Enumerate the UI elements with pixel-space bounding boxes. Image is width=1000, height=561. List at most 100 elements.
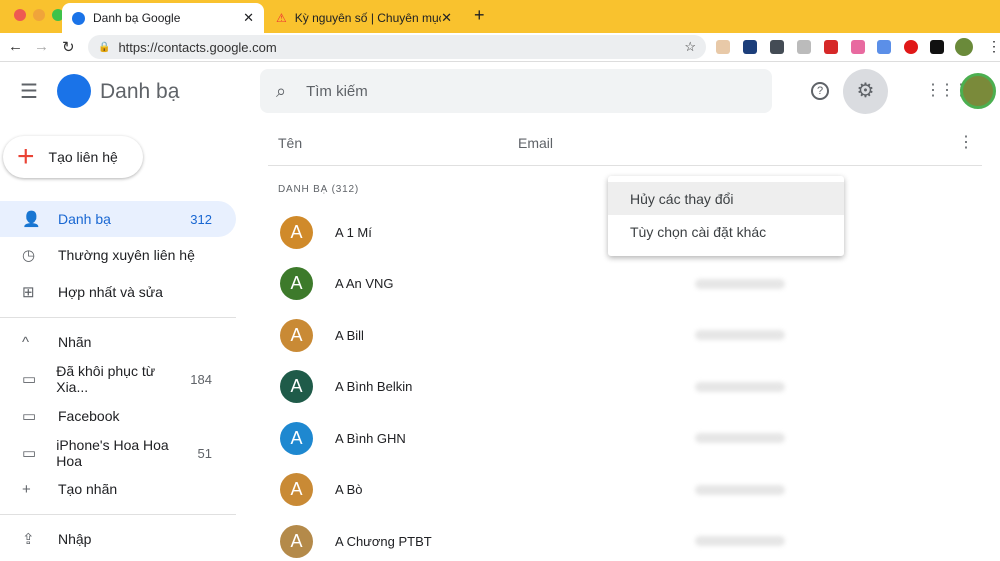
extension-icon[interactable] [743,40,757,54]
contact-row[interactable]: A A Chương PTBT [270,521,970,561]
chevron-up-icon: ^ [22,333,30,351]
chrome-menu-icon[interactable]: ⋮ [987,38,1000,55]
create-label-text: Tạo nhãn [58,481,118,497]
puzzle-icon[interactable] [930,40,944,54]
account-avatar[interactable] [960,73,996,109]
contact-name: A Bill [335,327,364,343]
url-input[interactable]: 🔒 https://contacts.google.com ☆ [88,35,706,59]
sidebar-label-item[interactable]: ▭ Đã khôi phục từ Xia... 184 [0,361,236,397]
contact-name: A Bò [335,482,363,497]
create-contact-label: Tạo liên hệ [48,149,118,165]
extension-icon[interactable] [797,40,811,54]
profile-avatar[interactable] [955,38,973,56]
help-icon[interactable]: ? [811,82,829,100]
new-tab-button[interactable]: + [474,5,485,26]
sidebar-item-count: 312 [190,211,212,227]
sidebar-item-label: Danh bạ [58,211,111,227]
plus-icon: + [22,480,31,498]
contact-row[interactable]: A A Bình Belkin [270,367,970,407]
labels-toggle[interactable]: ^ Nhãn [0,324,236,360]
label-icon: ▭ [22,371,37,388]
contact-email-blurred [695,484,785,495]
sidebar-item-frequent[interactable]: ◷ Thường xuyên liên hệ [0,237,236,273]
section-header: DANH BẠ (312) [278,184,359,195]
translate-extension-icon[interactable] [877,40,891,54]
divider [0,514,236,515]
tab-title: Danh bạ Google [93,11,181,25]
contact-row[interactable]: A A An VNG [270,264,970,304]
menu-item-label: Hủy các thay đổi [630,190,734,207]
star-icon[interactable]: ☆ [684,39,696,55]
warning-favicon-icon: ⚠ [276,11,287,25]
contact-avatar: A [280,473,313,506]
extension-icon[interactable] [824,40,838,54]
contact-avatar: A [280,318,313,352]
menu-item-more-settings[interactable]: Tùy chọn cài đặt khác [608,215,844,248]
contact-email-blurred [695,536,785,546]
create-label-button[interactable]: + Tạo nhãn [0,471,236,507]
back-icon[interactable]: ← [8,38,23,55]
contact-avatar: A [280,267,313,300]
contact-row[interactable]: A A Bình GHN [270,418,970,458]
contact-avatar: A [280,215,313,249]
menu-item-undo-changes[interactable]: Hủy các thay đổi [608,182,844,215]
merge-icon: ⊞ [22,284,35,301]
settings-menu: Hủy các thay đổi Tùy chọn cài đặt khác [608,176,844,256]
reload-icon[interactable]: ↻ [62,38,75,56]
label-name: iPhone's Hoa Hoa Hoa [56,437,169,469]
contact-avatar: A [280,370,313,403]
tab-contacts[interactable]: Danh bạ Google ✕ [62,3,264,33]
person-icon: 👤 [22,211,41,228]
label-name: Đã khôi phục từ Xia... [56,363,156,395]
extension-icon[interactable] [770,40,784,54]
label-name: Facebook [58,408,120,424]
contact-row[interactable]: A A Bò [270,470,970,510]
label-count: 184 [190,371,212,387]
lock-icon: 🔒 [98,41,111,53]
sidebar-item-label: Hợp nhất và sửa [58,284,163,300]
minimize-window-button[interactable] [33,9,45,21]
contact-email-blurred [695,381,785,392]
contacts-favicon-icon [72,11,85,25]
sidebar-label-item[interactable]: ▭ Facebook [0,398,236,434]
settings-gear-icon[interactable]: ⚙ [843,69,888,114]
label-icon: ▭ [22,408,37,425]
close-tab-icon[interactable]: ✕ [243,10,254,26]
forward-icon[interactable]: → [34,38,49,55]
tab-kynguyenso[interactable]: ⚠ Kỳ nguyên số | Chuyên mục CN ✕ [266,3,462,33]
url-text: https://contacts.google.com [118,39,277,55]
contact-avatar: A [280,421,313,455]
plus-icon: + [17,140,35,173]
browser-tabbar: Danh bạ Google ✕ ⚠ Kỳ nguyên số | Chuyên… [0,0,1000,33]
search-input[interactable]: ⌕ Tìm kiếm [260,69,772,113]
sidebar: + Tạo liên hệ 👤 Danh bạ 312 ◷ Thường xuyên … [0,62,245,561]
labels-header: Nhãn [58,334,92,350]
address-bar-row: ← → ↻ 🔒 https://contacts.google.com ☆ ⋮ [0,33,1000,62]
contact-avatar: A [280,524,313,558]
label-count: 51 [197,445,212,461]
search-icon: ⌕ [276,80,287,101]
contact-name: A 1 Mí [335,224,372,240]
more-options-icon[interactable]: ⋮ [958,132,974,152]
sidebar-item-merge[interactable]: ⊞ Hợp nhất và sửa [0,274,236,310]
divider [0,317,236,318]
contact-name: A Chương PTBT [335,533,432,549]
upload-icon: ⇪ [22,531,35,548]
history-icon: ◷ [22,247,36,264]
contact-name: A Bình Belkin [335,379,413,394]
import-button[interactable]: ⇪ Nhập [0,521,236,557]
extension-icon[interactable] [851,40,865,54]
import-text: Nhập [58,531,92,547]
contact-email-blurred [695,330,785,340]
sidebar-label-item[interactable]: ▭ iPhone's Hoa Hoa Hoa 51 [0,435,236,471]
close-tab-icon[interactable]: ✕ [441,10,452,26]
sidebar-item-label: Thường xuyên liên hệ [58,247,195,263]
contacts-app: ☰ Danh bạ ⌕ Tìm kiếm ? ⚙ ⋮⋮⋮ + Tạo liên … [0,62,1000,561]
sidebar-item-contacts[interactable]: 👤 Danh bạ 312 [0,201,236,237]
create-contact-button[interactable]: + Tạo liên hệ [3,136,143,178]
extension-icon[interactable] [716,40,730,54]
extension-icon[interactable] [904,40,918,54]
close-window-button[interactable] [14,9,26,21]
column-header-email: Email [518,135,554,151]
contact-row[interactable]: A A Bill [270,315,970,355]
